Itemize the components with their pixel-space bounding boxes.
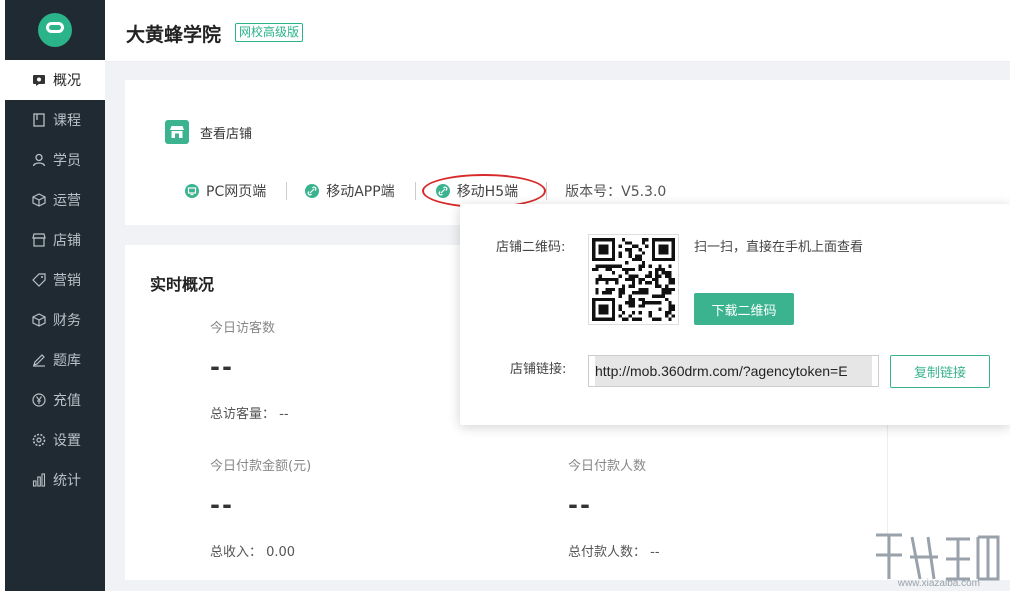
shop-icon [165, 120, 189, 144]
monitor-icon [185, 184, 199, 198]
cube-icon [32, 193, 46, 207]
sidebar-item-label: 营销 [53, 270, 81, 290]
sidebar-item-label: 课程 [53, 110, 81, 130]
sidebar-item-course[interactable]: 课程 [5, 100, 105, 140]
mobile-app-link[interactable]: 移动APP端 [305, 181, 394, 201]
version-number: 版本号：V5.3.0 [565, 181, 666, 201]
store-share-popover: 店铺二维码: 扫一扫，直接在手机上面查看 下载二维码 店铺链接: 复制链接 [460, 204, 1010, 425]
view-store-row[interactable]: 查看店铺 [165, 120, 252, 144]
total-income: 总收入： 0.00 [210, 541, 295, 560]
watermark-text: www.xiazaiba.com [898, 578, 980, 589]
course-icon [32, 113, 46, 127]
today-payers-label: 今日付款人数 [568, 455, 646, 474]
download-qr-button[interactable]: 下载二维码 [694, 293, 794, 325]
divider [415, 182, 416, 200]
sidebar-item-label: 概况 [53, 70, 81, 90]
top-header: 大黄蜂学院 网校高级版 [105, 0, 1010, 62]
sidebar-item-label: 运营 [53, 190, 81, 210]
school-name: 大黄蜂学院 [126, 20, 221, 47]
sidebar-item-settings[interactable]: 设置 [5, 420, 105, 460]
scan-tip: 扫一扫，直接在手机上面查看 [694, 236, 863, 255]
mobile-app-label: 移动APP端 [326, 181, 394, 201]
store-link-input[interactable] [595, 356, 872, 386]
overview-icon [32, 73, 46, 87]
pen-icon [32, 353, 46, 367]
sidebar-item-label: 统计 [53, 470, 81, 490]
sidebar-item-question-bank[interactable]: 题库 [5, 340, 105, 380]
today-payment-amount-label: 今日付款金额(元) [210, 455, 311, 474]
edition-badge: 网校高级版 [235, 23, 303, 42]
bee-logo-icon[interactable] [38, 13, 72, 47]
qr-code-label: 店铺二维码: [496, 236, 565, 255]
sidebar-item-students[interactable]: 学员 [5, 140, 105, 180]
today-visitors-value: -- [210, 353, 234, 381]
qr-code-image [592, 238, 675, 321]
finance-icon [32, 313, 46, 327]
mobile-h5-link[interactable]: 移动H5端 [422, 174, 546, 208]
sidebar-item-shop[interactable]: 店铺 [5, 220, 105, 260]
logo-area [5, 0, 105, 60]
shop-icon [32, 233, 46, 247]
today-visitors-label: 今日访客数 [210, 317, 275, 336]
mobile-h5-label: 移动H5端 [457, 181, 518, 201]
sidebar-item-label: 店铺 [53, 230, 81, 250]
gear-icon [32, 433, 46, 447]
sidebar-item-overview[interactable]: 概况 [5, 60, 105, 100]
link-icon [436, 184, 450, 198]
sidebar-item-label: 充值 [53, 390, 81, 410]
sidebar-item-recharge[interactable]: 充值 [5, 380, 105, 420]
sidebar-item-statistics[interactable]: 统计 [5, 460, 105, 500]
sidebar-item-label: 题库 [53, 350, 81, 370]
store-link-label: 店铺链接: [510, 358, 566, 377]
pc-web-label: PC网页端 [206, 181, 266, 201]
user-icon [32, 153, 46, 167]
store-qr-code [588, 234, 679, 325]
store-link-field[interactable] [588, 355, 879, 387]
pc-web-link[interactable]: PC网页端 [185, 181, 266, 201]
overview-title: 实时概况 [150, 271, 214, 295]
view-store-title: 查看店铺 [200, 123, 252, 142]
today-payers-value: -- [568, 491, 592, 519]
sidebar-item-label: 学员 [53, 150, 81, 170]
sidebar-item-finance[interactable]: 财务 [5, 300, 105, 340]
store-links: PC网页端 移动APP端 移动H5端 版本号：V5.3.0 [185, 174, 666, 208]
link-icon [305, 184, 319, 198]
tag-icon [32, 273, 46, 287]
total-visitors: 总访客量： -- [210, 403, 289, 422]
yen-icon [32, 393, 46, 407]
today-payment-amount-value: -- [210, 491, 234, 519]
sidebar-item-label: 财务 [53, 310, 81, 330]
sidebar-item-label: 设置 [53, 430, 81, 450]
sidebar-item-marketing[interactable]: 营销 [5, 260, 105, 300]
copy-link-button[interactable]: 复制链接 [890, 355, 990, 388]
sidebar-item-operation[interactable]: 运营 [5, 180, 105, 220]
total-payers: 总付款人数： -- [568, 541, 660, 560]
divider [286, 182, 287, 200]
divider [546, 182, 547, 200]
bar-chart-icon [32, 473, 46, 487]
sidebar: 概况 课程 学员 运营 店铺 营销 财务 [5, 0, 105, 591]
